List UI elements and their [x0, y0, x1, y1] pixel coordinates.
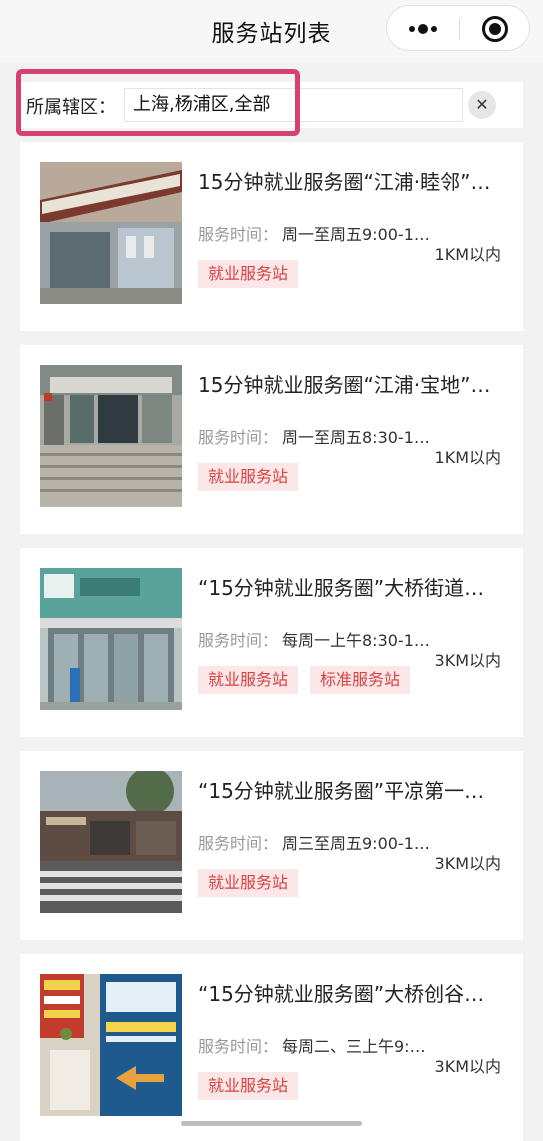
target-dot-icon: [489, 23, 501, 35]
miniprogram-capsule: [386, 5, 530, 51]
station-tag: 就业服务站: [198, 666, 299, 694]
station-tag: 就业服务站: [198, 869, 299, 897]
station-card[interactable]: “15分钟就业服务圈”大桥创谷就业服务站 服务时间： 每周二、三上午9:00-1…: [20, 954, 523, 1141]
close-miniprogram-button[interactable]: [460, 6, 530, 52]
station-title: “15分钟就业服务圈”大桥街道就业服务站: [198, 576, 503, 600]
station-photo: [40, 771, 182, 913]
hours-label: 服务时间：: [198, 1037, 279, 1056]
hours-value: 每周二、三上午9:00-11:30: [282, 1037, 430, 1056]
close-icon: ✕: [475, 95, 489, 114]
more-dot-icon: [418, 24, 428, 34]
station-card[interactable]: 15分钟就业服务圈“江浦·宝地”就业服务站 服务时间： 周一至周五8:30-17…: [20, 345, 523, 534]
hours-label: 服务时间：: [198, 631, 279, 650]
station-title: “15分钟就业服务圈”大桥创谷就业服务站: [198, 982, 503, 1006]
station-photo: [40, 568, 182, 710]
station-title: 15分钟就业服务圈“江浦·睦邻”就业服务站: [198, 170, 503, 194]
station-photo: [40, 365, 182, 507]
station-tag: 标准服务站: [310, 666, 411, 694]
hours-value: 每周一上午8:30-11:30: [282, 631, 430, 650]
station-card[interactable]: 15分钟就业服务圈“江浦·睦邻”就业服务站 服务时间： 周一至周五9:00-17…: [20, 142, 523, 331]
distance: 1KM以内: [434, 448, 501, 467]
more-menu-button[interactable]: [387, 6, 459, 52]
more-dot-icon: [409, 26, 415, 32]
hours-label: 服务时间：: [198, 225, 279, 244]
distance: 3KM以内: [434, 651, 501, 670]
station-card[interactable]: “15分钟就业服务圈”平凉第一就业服务站 服务时间： 周三至周五9:00-17:…: [20, 751, 523, 940]
more-dot-icon: [431, 26, 437, 32]
hours-value: 周一至周五8:30-17:00: [282, 428, 430, 447]
tag-list: 就业服务站: [198, 260, 299, 288]
home-indicator: [181, 1121, 362, 1126]
station-tag: 就业服务站: [198, 1072, 299, 1100]
tag-list: 就业服务站 标准服务站: [198, 666, 411, 694]
distance: 1KM以内: [434, 245, 501, 264]
station-tag: 就业服务站: [198, 463, 299, 491]
tag-list: 就业服务站: [198, 1072, 299, 1100]
nav-bar: 服务站列表: [0, 0, 543, 62]
tag-list: 就业服务站: [198, 463, 299, 491]
hours-value: 周一至周五9:00-17:00: [282, 225, 430, 244]
station-title: 15分钟就业服务圈“江浦·宝地”就业服务站: [198, 373, 503, 397]
clear-filter-button[interactable]: ✕: [468, 91, 496, 119]
distance: 3KM以内: [434, 1057, 501, 1076]
distance: 3KM以内: [434, 854, 501, 873]
hours-label: 服务时间：: [198, 428, 279, 447]
station-title: “15分钟就业服务圈”平凉第一就业服务站: [198, 779, 503, 803]
highlight-box: [16, 69, 300, 136]
tag-list: 就业服务站: [198, 869, 299, 897]
station-photo: [40, 974, 182, 1116]
hours-label: 服务时间：: [198, 834, 279, 853]
station-tag: 就业服务站: [198, 260, 299, 288]
hours-value: 周三至周五9:00-17:00: [282, 834, 430, 853]
station-photo: [40, 162, 182, 304]
station-card[interactable]: “15分钟就业服务圈”大桥街道就业服务站 服务时间： 每周一上午8:30-11:…: [20, 548, 523, 737]
